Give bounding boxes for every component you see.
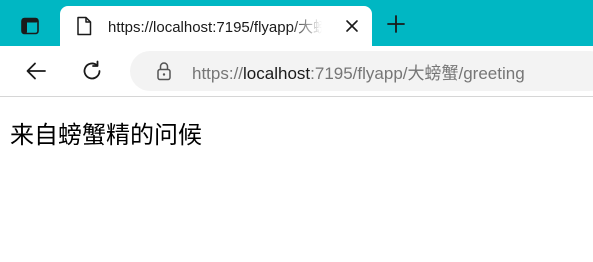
page-content: 来自螃蟹精的问候 [10, 120, 202, 151]
back-button[interactable] [20, 55, 52, 87]
tab-actions-icon [21, 17, 39, 35]
lock-icon[interactable] [154, 61, 174, 81]
page-icon [74, 16, 94, 36]
url-path: :7195/flyapp/大螃蟹/greeting [310, 63, 525, 83]
toolbar-divider [0, 96, 593, 97]
url-host: localhost [243, 63, 311, 83]
browser-window: https://localhost:7195/flyapp/大螃蟹/greeti… [0, 0, 593, 262]
address-bar[interactable]: https://localhost:7195/flyapp/大螃蟹/greeti… [130, 51, 593, 91]
tab-close-button[interactable] [340, 14, 364, 38]
toolbar: https://localhost:7195/flyapp/大螃蟹/greeti… [0, 46, 593, 96]
plus-icon [387, 15, 405, 33]
url-text: https://localhost:7195/flyapp/大螃蟹/greeti… [192, 59, 525, 84]
reload-button[interactable] [76, 55, 108, 87]
new-tab-button[interactable] [380, 8, 412, 40]
active-tab[interactable]: https://localhost:7195/flyapp/大螃蟹/greeti… [60, 6, 372, 46]
reload-icon [83, 60, 101, 80]
close-icon [346, 20, 358, 32]
url-scheme: https:// [192, 63, 244, 83]
back-arrow-icon [26, 62, 46, 80]
tab-actions-button[interactable] [10, 8, 50, 44]
greeting-text: 来自螃蟹精的问候 [10, 121, 202, 149]
tab-strip: https://localhost:7195/flyapp/大螃蟹/greeti… [0, 0, 593, 46]
tab-title: https://localhost:7195/flyapp/大螃蟹/greeti… [108, 18, 322, 36]
